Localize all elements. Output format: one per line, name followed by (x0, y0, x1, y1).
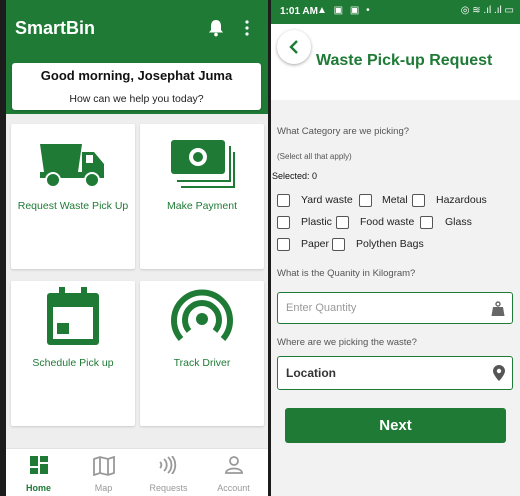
checkbox-label: Plastic (301, 216, 332, 228)
nav-item-requests[interactable]: Requests (136, 449, 201, 496)
checkbox-hazardous[interactable] (412, 194, 425, 207)
checkbox-polythen-bags[interactable] (332, 238, 345, 251)
page-title: Waste Pick-up Request (316, 52, 493, 69)
broadcast-icon (158, 456, 176, 474)
nav-label: Map (94, 483, 113, 493)
checkbox-label: Food waste (360, 216, 415, 228)
greeting-subtitle: How can we help you today? (69, 93, 204, 105)
chevron-left-icon (289, 40, 298, 54)
nav-label: Requests (149, 483, 188, 493)
schedule-pickup-tile[interactable]: Schedule Pick up (11, 281, 135, 426)
next-button[interactable]: Next (285, 408, 506, 443)
checkbox-label: Glass (445, 216, 472, 228)
checkbox-label: Hazardous (436, 194, 487, 206)
category-question: What Category are we picking? (277, 126, 410, 137)
truck-icon (40, 144, 104, 188)
quantity-field (277, 292, 513, 324)
signal-icon (171, 289, 233, 341)
checkbox-paper[interactable] (277, 238, 290, 251)
quantity-input[interactable] (286, 293, 476, 323)
location-question: Where are we picking the waste? (277, 337, 417, 348)
person-icon (224, 456, 243, 474)
location-pin-icon (493, 365, 505, 381)
checkbox-plastic[interactable] (277, 216, 290, 229)
checkbox-food-waste[interactable] (336, 216, 349, 229)
checkbox-glass[interactable] (420, 216, 433, 229)
bell-icon[interactable] (208, 19, 224, 37)
nav-label: Home (25, 483, 51, 493)
nav-item-map[interactable]: Map (71, 449, 136, 496)
make-payment-tile[interactable]: Make Payment (140, 124, 264, 269)
greeting-text: Good morning, Josephat Juma (40, 68, 233, 83)
location-field (277, 356, 513, 390)
checkbox-metal[interactable] (359, 194, 372, 207)
notification-icons: ▲ ▣ ▣ • (317, 5, 372, 16)
app-header: SmartBin Good morning, Josephat Juma How… (6, 0, 268, 114)
request-header: Waste Pick-up Request (271, 24, 520, 100)
tile-label: Make Payment (166, 200, 238, 212)
app-title: SmartBin (15, 18, 96, 38)
category-hint: (Select all that apply) (277, 152, 352, 161)
selected-count: Selected: 0 (272, 171, 318, 181)
back-button[interactable] (277, 30, 311, 64)
location-input[interactable] (286, 357, 476, 389)
more-vertical-icon[interactable] (244, 20, 250, 36)
checkbox-label: Yard waste (301, 194, 353, 206)
tile-label: Track Driver (173, 357, 231, 369)
money-icon (171, 140, 235, 188)
map-icon (92, 456, 115, 476)
home-screen: SmartBin Good morning, Josephat Juma How… (6, 0, 268, 496)
system-status-icons: ◎ ≋ .ıl .ıl ▭ (460, 5, 514, 16)
checkbox-label: Metal (382, 194, 408, 206)
tile-label: Schedule Pick up (32, 357, 114, 369)
request-screen: 1:01 AM ▲ ▣ ▣ • ◎ ≋ .ıl .ıl ▭ Waste Pick… (271, 0, 520, 496)
checkbox-label: Paper (301, 238, 330, 250)
calendar-icon (47, 287, 99, 345)
quantity-question: What is the Quanity in Kilogram? (277, 268, 416, 279)
checkbox-yard-waste[interactable] (277, 194, 290, 207)
greeting-card: Good morning, Josephat Juma How can we h… (12, 63, 261, 110)
dashboard-icon (29, 456, 48, 474)
tile-label: Request Waste Pick Up (17, 200, 129, 212)
nav-item-account[interactable]: Account (201, 449, 266, 496)
status-bar: 1:01 AM ▲ ▣ ▣ • ◎ ≋ .ıl .ıl ▭ (271, 0, 520, 24)
request-pickup-tile[interactable]: Request Waste Pick Up (11, 124, 135, 269)
nav-label: Account (217, 483, 250, 493)
nav-item-home[interactable]: Home (6, 449, 71, 496)
weight-icon (491, 301, 505, 316)
bottom-nav: Home Map Requests Account (6, 448, 268, 496)
checkbox-label: Polythen Bags (356, 238, 424, 250)
status-time: 1:01 AM (280, 6, 318, 17)
track-driver-tile[interactable]: Track Driver (140, 281, 264, 426)
